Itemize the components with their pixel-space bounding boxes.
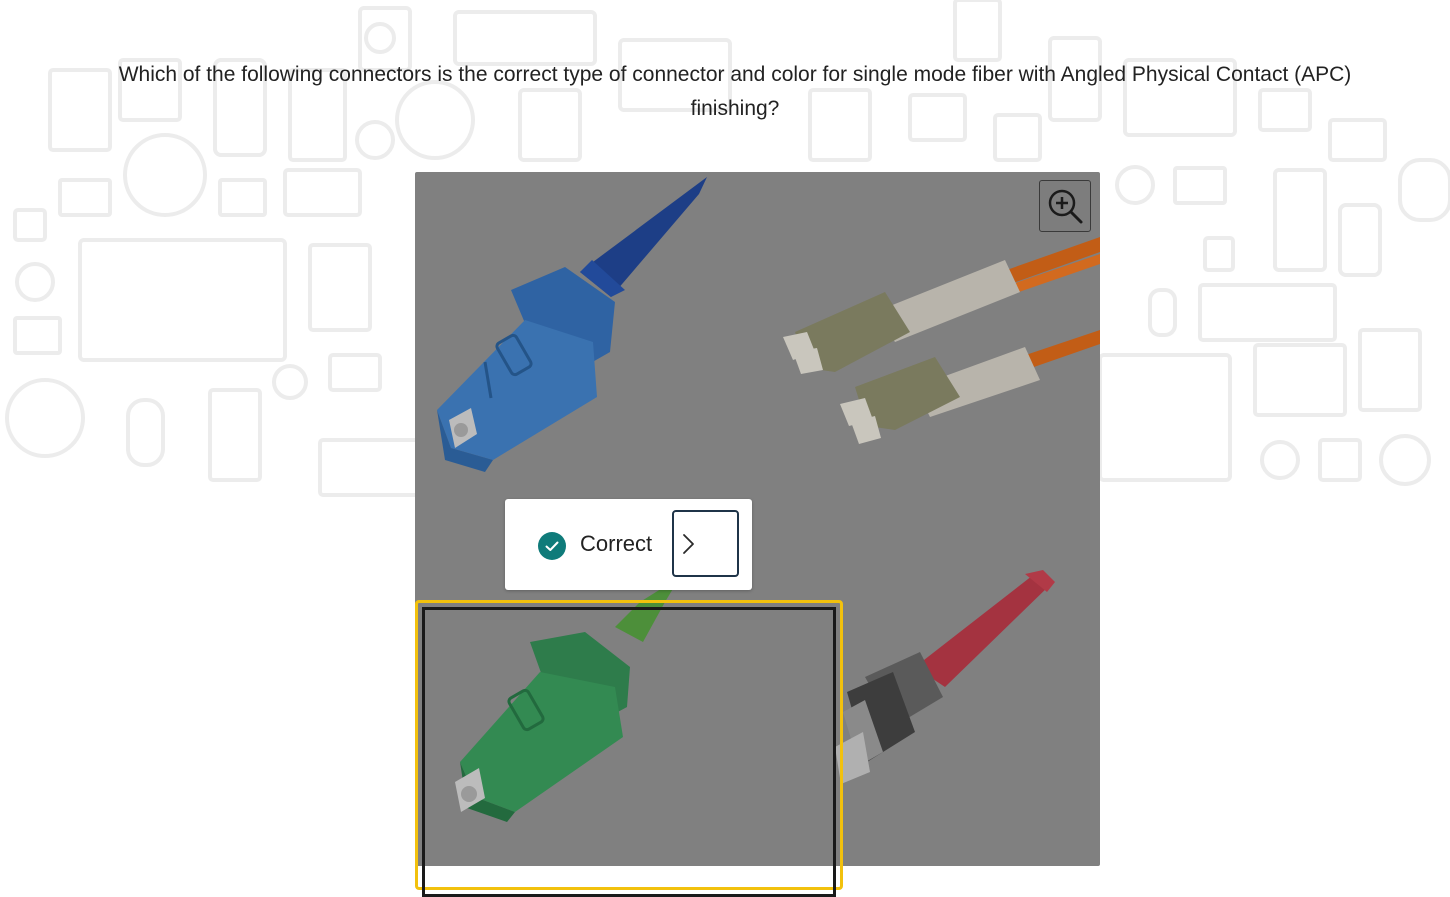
- orange-lc-duplex-connector[interactable]: [783, 237, 1100, 444]
- zoom-in-button[interactable]: [1039, 180, 1091, 232]
- next-button[interactable]: [672, 510, 739, 577]
- question-line-2: finishing?: [690, 97, 780, 120]
- question-text: Which of the following connectors is the…: [20, 58, 1450, 126]
- check-circle-icon: [538, 532, 566, 560]
- feedback-status-text: Correct: [580, 531, 653, 556]
- selected-answer-focus-ring: [422, 607, 836, 897]
- chevron-right-icon: [683, 534, 694, 554]
- feedback-popup: Correct: [505, 499, 752, 590]
- selected-answer-outline[interactable]: [415, 600, 843, 897]
- red-st-connector[interactable]: [835, 570, 1055, 784]
- blue-sc-connector[interactable]: [437, 177, 707, 472]
- question-line-1: Which of the following connectors is the…: [118, 63, 1352, 86]
- zoom-in-icon: [1048, 189, 1083, 224]
